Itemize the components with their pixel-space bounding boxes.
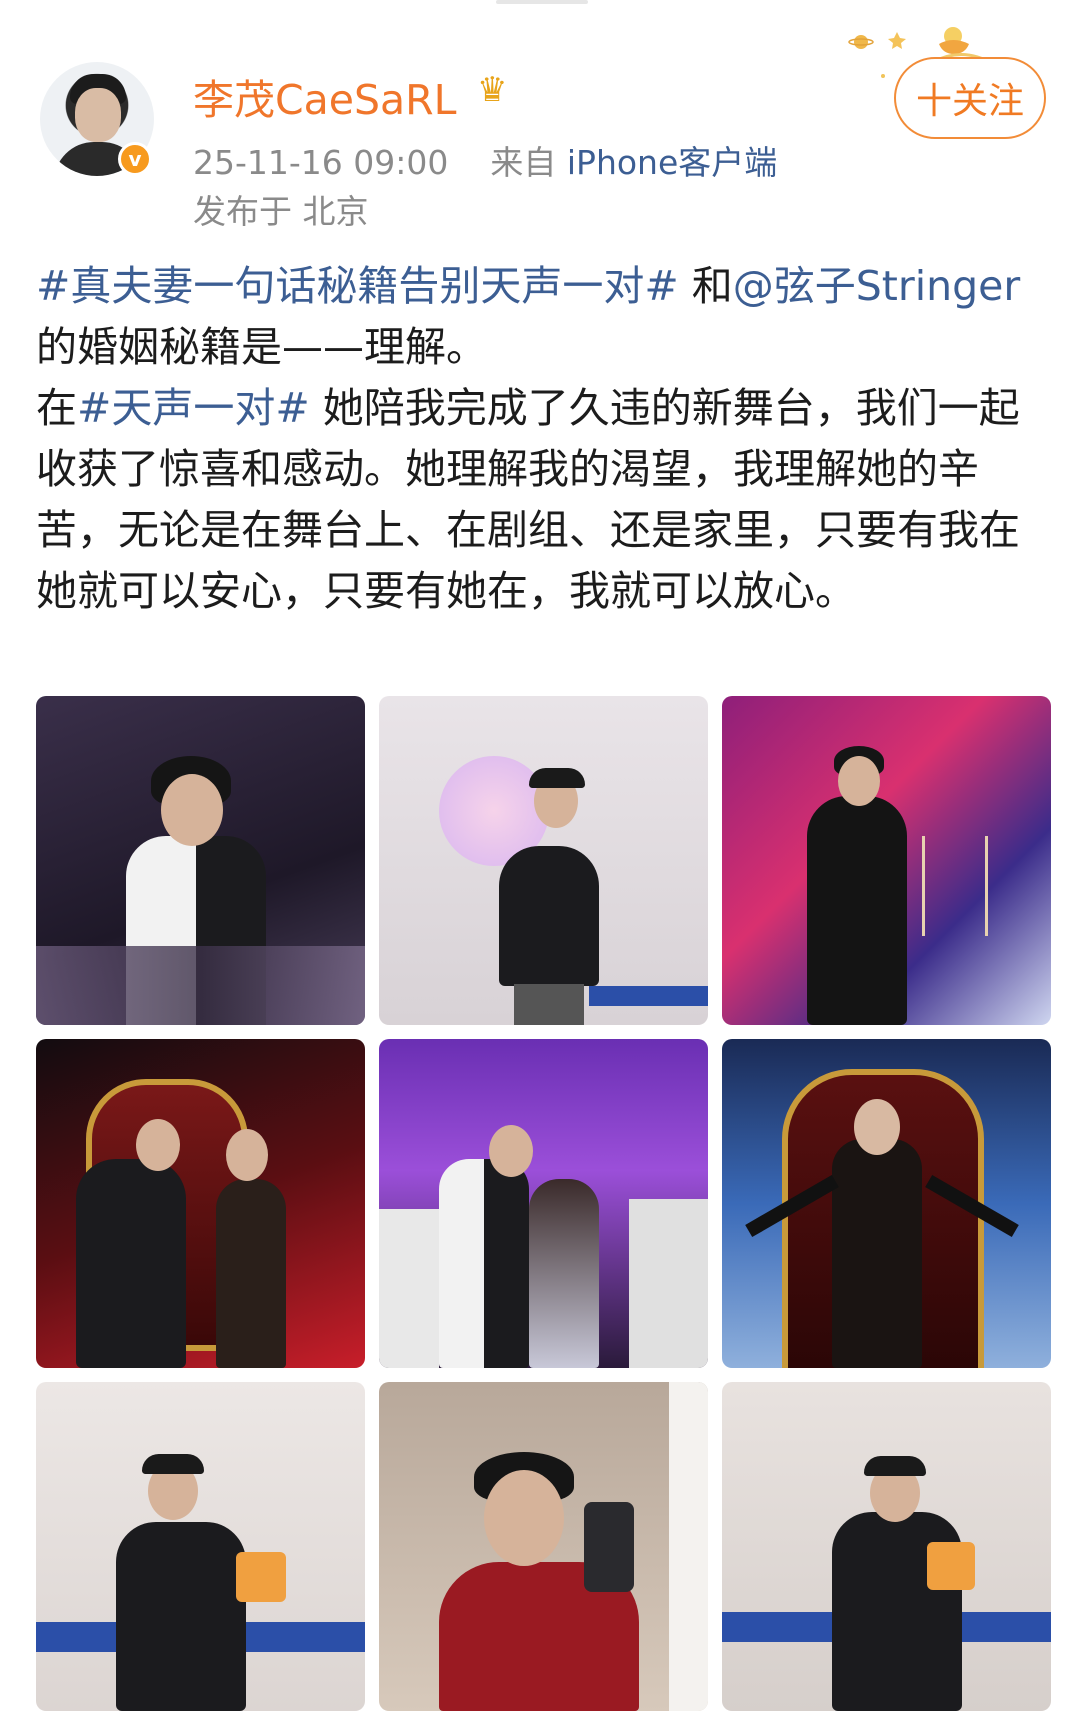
author-name[interactable]: 李茂CaeSaRL xyxy=(193,66,456,126)
image-thumbnail[interactable] xyxy=(722,696,1051,1025)
verified-badge: v xyxy=(118,142,152,176)
post-text: 和 xyxy=(678,262,733,310)
image-thumbnail[interactable] xyxy=(379,1039,708,1368)
image-thumbnail[interactable] xyxy=(36,1039,365,1368)
image-thumbnail[interactable] xyxy=(36,1382,365,1711)
image-grid xyxy=(36,696,1051,1712)
image-thumbnail[interactable] xyxy=(379,1382,708,1711)
crown-icon: ♛ xyxy=(477,70,508,110)
hashtag-link[interactable]: #真夫妻一句话秘籍告别天声一对# xyxy=(36,262,679,310)
follow-button[interactable]: 十关注 xyxy=(894,57,1046,139)
top-drag-handle xyxy=(496,0,588,4)
image-thumbnail[interactable] xyxy=(722,1039,1051,1368)
image-thumbnail[interactable] xyxy=(722,1382,1051,1711)
post-location: 发布于 北京 xyxy=(193,192,369,231)
source-link[interactable]: iPhone客户端 xyxy=(567,143,777,182)
image-thumbnail[interactable] xyxy=(379,696,708,1025)
post-text: 在 xyxy=(36,384,77,432)
source-prefix: 来自 xyxy=(490,143,557,182)
mention-link[interactable]: @弦子Stringer xyxy=(733,262,1020,310)
post-text: 的婚姻秘籍是——理解。 xyxy=(36,323,487,371)
post-body: #真夫妻一句话秘籍告别天声一对# 和@弦子Stringer 的婚姻秘籍是——理解… xyxy=(36,256,1048,622)
post-meta: 25-11-16 09:00 来自 iPhone客户端 xyxy=(193,136,777,184)
post-timestamp: 25-11-16 09:00 xyxy=(193,143,449,182)
image-thumbnail[interactable] xyxy=(36,696,365,1025)
hashtag-link[interactable]: #天声一对# xyxy=(77,384,310,432)
